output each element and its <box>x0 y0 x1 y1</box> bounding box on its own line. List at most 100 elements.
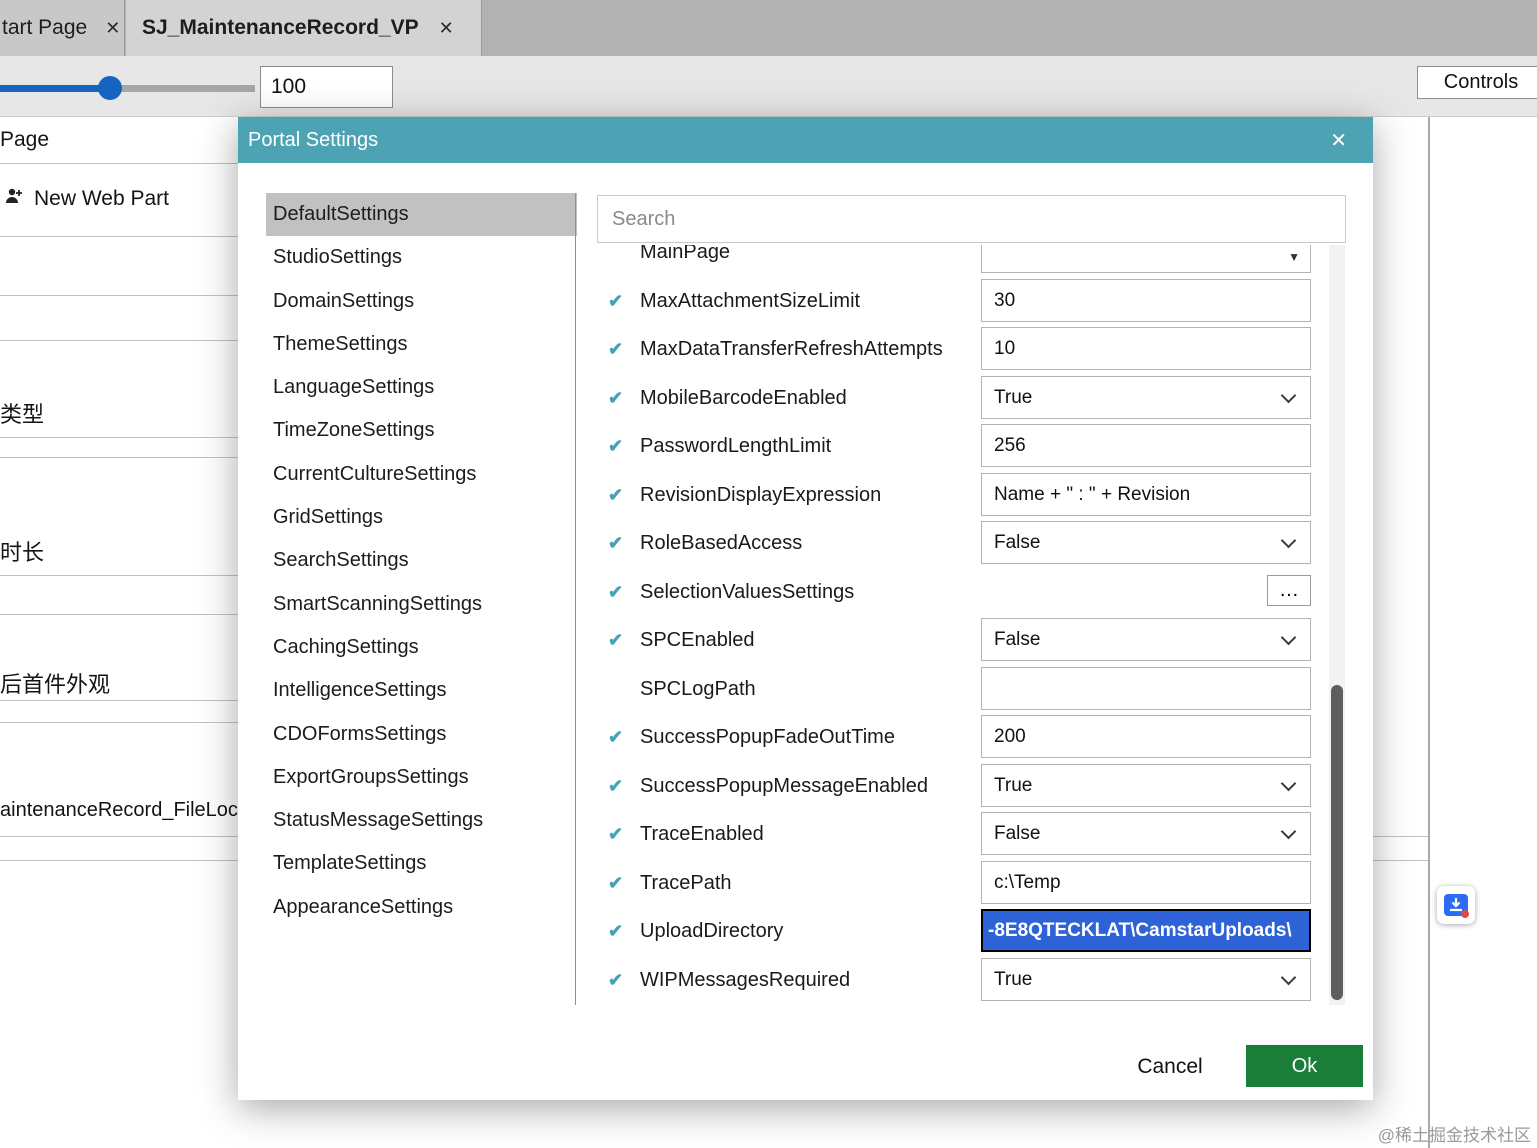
chevron-down-icon <box>1280 823 1297 840</box>
ok-button[interactable]: Ok <box>1246 1045 1363 1087</box>
sidebar-item-currentculturesettings[interactable]: CurrentCultureSettings <box>266 453 577 496</box>
check-icon: ✔ <box>608 872 624 893</box>
background-page-label: Page <box>0 128 50 151</box>
setting-label: SuccessPopupFadeOutTime <box>640 726 895 748</box>
sidebar-item-timezonesettings[interactable]: TimeZoneSettings <box>266 409 577 452</box>
divider-line <box>0 163 238 164</box>
sidebar-item-smartscanningsettings[interactable]: SmartScanningSettings <box>266 583 577 626</box>
search-input[interactable] <box>597 195 1346 243</box>
cancel-button[interactable]: Cancel <box>1110 1045 1230 1089</box>
check-icon: ✔ <box>608 290 624 311</box>
setting-value-wipmessagesrequired[interactable]: True <box>981 957 1311 1001</box>
setting-label: SPCEnabled <box>640 629 755 651</box>
sidebar-item-domainsettings[interactable]: DomainSettings <box>266 280 577 323</box>
setting-label: SuccessPopupMessageEnabled <box>640 774 928 797</box>
setting-row-maxdatatransferrefreshattempts: ✔ MaxDataTransferRefreshAttempts 10 <box>597 325 1329 373</box>
setting-value-rolebasedaccess[interactable]: False <box>981 521 1311 564</box>
extension-icon[interactable] <box>1437 886 1475 924</box>
setting-row-spclogpath: SPCLogPath <box>597 665 1329 713</box>
setting-row-tracepath: ✔ TracePath c:\Temp <box>597 859 1329 907</box>
sidebar-item-studiosettings[interactable]: StudioSettings <box>266 236 577 279</box>
setting-label: MobileBarcodeEnabled <box>640 386 847 409</box>
select-value: False <box>994 629 1041 650</box>
setting-value-passwordlengthlimit[interactable]: 256 <box>981 424 1311 467</box>
tab-label: tart Page <box>2 16 88 39</box>
scrollbar-track[interactable] <box>1329 245 1345 1005</box>
sidebar-item-searchsettings[interactable]: SearchSettings <box>266 539 577 582</box>
background-file-label: aintenanceRecord_FileLoc <box>0 799 238 821</box>
chevron-down-icon <box>1280 969 1297 985</box>
new-web-part-item[interactable]: New Web Part <box>4 186 169 212</box>
select-value: True <box>994 774 1033 796</box>
setting-row-spcenabled: ✔ SPCEnabled False <box>597 616 1329 664</box>
check-icon: ✔ <box>608 969 624 990</box>
setting-value-successpopupfadeouttime[interactable]: 200 <box>981 715 1311 758</box>
chevron-down-icon <box>1280 387 1297 403</box>
setting-label: UploadDirectory <box>640 920 784 942</box>
setting-value-tracepath[interactable]: c:\Temp <box>981 860 1311 904</box>
setting-value-maxdatatransferrefreshattempts[interactable]: 10 <box>981 327 1311 370</box>
sidebar-item-cachingsettings[interactable]: CachingSettings <box>266 626 577 669</box>
zoom-slider-handle[interactable] <box>98 76 122 100</box>
divider-line <box>0 860 238 861</box>
sidebar-item-exportgroupssettings[interactable]: ExportGroupsSettings <box>266 756 577 799</box>
setting-value-spcenabled[interactable]: False <box>981 618 1311 661</box>
check-icon: ✔ <box>608 727 624 747</box>
setting-label: SPCLogPath <box>640 677 756 700</box>
divider-line <box>0 614 238 615</box>
setting-label: WIPMessagesRequired <box>640 968 851 991</box>
setting-value-spclogpath[interactable] <box>981 666 1311 710</box>
setting-row-mobilebarcodeenabled: ✔ MobileBarcodeEnabled True <box>597 374 1329 422</box>
setting-value-mainpage[interactable]: ▼ <box>981 245 1311 273</box>
setting-label: TracePath <box>640 871 732 894</box>
dialog-header: Portal Settings ✕ <box>238 117 1373 163</box>
select-value: True <box>994 968 1033 990</box>
sidebar-item-cdoformssettings[interactable]: CDOFormsSettings <box>266 713 577 756</box>
select-value: False <box>994 532 1041 553</box>
new-web-part-label: New Web Part <box>34 187 169 210</box>
setting-value-revisiondisplayexpression[interactable]: Name + " : " + Revision <box>981 472 1311 516</box>
tab-label: SJ_MaintenanceRecord_VP <box>142 16 419 39</box>
setting-row-successpopupmessageenabled: ✔ SuccessPopupMessageEnabled True <box>597 762 1329 810</box>
divider-line <box>1373 860 1429 861</box>
check-icon: ✔ <box>608 484 624 505</box>
divider-line <box>0 575 238 576</box>
check-icon: ✔ <box>608 921 624 941</box>
dialog-title: Portal Settings <box>248 128 379 151</box>
tab-start-page[interactable]: tart Page ✕ <box>0 0 125 56</box>
close-icon[interactable]: ✕ <box>1330 128 1363 153</box>
sidebar-item-languagesettings[interactable]: LanguageSettings <box>266 366 577 409</box>
chevron-down-icon: ▼ <box>1288 250 1300 264</box>
setting-value-traceenabled[interactable]: False <box>981 812 1311 855</box>
watermark: @稀土掘金技术社区 <box>1377 1126 1531 1145</box>
zoom-slider-fill <box>0 85 112 92</box>
divider-line <box>0 836 238 837</box>
setting-label: RevisionDisplayExpression <box>640 483 882 506</box>
select-value: True <box>994 386 1033 408</box>
sidebar-item-defaultsettings[interactable]: DefaultSettings <box>266 193 577 237</box>
setting-value-uploaddirectory[interactable]: -8E8QTECKLAT\CamstarUploads\ <box>981 909 1311 952</box>
setting-label: MaxDataTransferRefreshAttempts <box>640 338 943 360</box>
setting-row-successpopupfadeouttime: ✔ SuccessPopupFadeOutTime 200 <box>597 713 1329 761</box>
setting-value-mobilebarcodeenabled[interactable]: True <box>981 375 1311 419</box>
setting-value-maxattachmentsizelimit[interactable]: 30 <box>981 278 1311 322</box>
divider-line <box>1373 836 1429 837</box>
tab-maintenance-record[interactable]: SJ_MaintenanceRecord_VP ✕ <box>126 0 482 56</box>
sidebar-item-statusmessagesettings[interactable]: StatusMessageSettings <box>266 799 577 842</box>
select-value: False <box>994 823 1041 844</box>
sidebar-item-themesettings[interactable]: ThemeSettings <box>266 323 577 366</box>
sidebar-item-appearancesettings[interactable]: AppearanceSettings <box>266 886 577 929</box>
close-icon[interactable]: ✕ <box>439 18 454 39</box>
sidebar-item-intelligencesettings[interactable]: IntelligenceSettings <box>266 669 577 712</box>
close-icon[interactable]: ✕ <box>105 18 120 39</box>
zoom-value-input[interactable] <box>260 66 393 108</box>
background-duration-label: 时长 <box>0 540 45 565</box>
scrollbar-thumb[interactable] <box>1331 685 1343 1000</box>
controls-button[interactable]: Controls <box>1417 66 1537 99</box>
setting-value-successpopupmessageenabled[interactable]: True <box>981 763 1311 807</box>
check-icon: ✔ <box>608 339 624 359</box>
sidebar-item-gridsettings[interactable]: GridSettings <box>266 496 577 539</box>
chevron-down-icon <box>1280 775 1297 791</box>
sidebar-item-templatesettings[interactable]: TemplateSettings <box>266 842 577 885</box>
setting-value-selectionvaluessettings[interactable]: … <box>1267 574 1311 606</box>
